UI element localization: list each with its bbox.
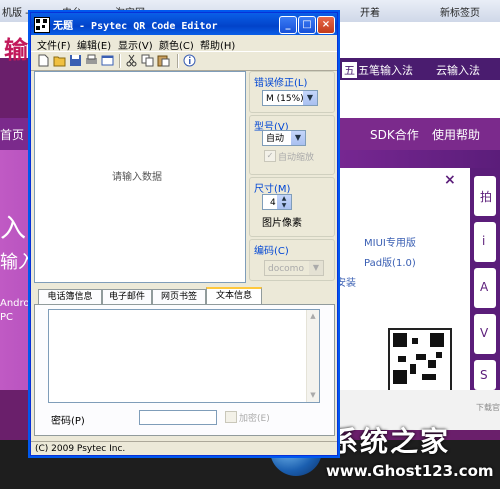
browser-tab[interactable]: 机版 - (2, 4, 29, 19)
app-tile[interactable]: S (474, 360, 496, 390)
tab-email[interactable]: 电子邮件 (102, 289, 152, 304)
browser-tab[interactable]: 新标签页 (440, 4, 480, 19)
auto-scale-label: 自动缩放 (278, 153, 315, 163)
size-group: 尺寸(M) 4 ▲ ▼ 图片像素 (249, 177, 335, 237)
chevron-down-icon: ▼ (309, 261, 323, 275)
paste-icon[interactable] (157, 54, 170, 67)
ecc-select[interactable]: M (15%) ▼ (262, 90, 318, 106)
promo-link-install[interactable]: 安装 (336, 274, 356, 289)
scrollbar[interactable]: ▲ ▼ (306, 310, 319, 402)
encrypt-checkbox[interactable] (225, 411, 237, 423)
app-tile[interactable]: V (474, 314, 496, 354)
encoding-select[interactable]: docomo ▼ (264, 260, 324, 276)
qr-code-image (388, 328, 452, 392)
password-field[interactable] (139, 410, 217, 425)
app-icon (34, 17, 50, 33)
close-button[interactable]: × (317, 16, 335, 34)
model-select[interactable]: 自动 ▼ (262, 130, 306, 146)
about-icon[interactable] (183, 54, 196, 67)
promo-link-miui[interactable]: MIUI专用版 (364, 234, 416, 249)
nav-sdk[interactable]: SDK合作 (370, 126, 419, 143)
status-text: (C) 2009 Psytec Inc. (35, 444, 126, 454)
ecc-group: 错误修正(L) M (15%) ▼ (249, 71, 335, 113)
menu-color[interactable]: 颜色(C) (159, 37, 194, 52)
qr-editor-window: 无题 - Psytec QR Code Editor _ □ × 文件(F) 编… (30, 12, 338, 456)
preview-icon[interactable] (101, 54, 114, 67)
tab-phonebook[interactable]: 电话簿信息 (38, 289, 102, 304)
topnav-link-cloud[interactable]: 云输入法 (436, 62, 480, 78)
text-info-input[interactable]: ▲ ▼ (48, 309, 320, 403)
app-tile[interactable]: A (474, 268, 496, 308)
menu-edit[interactable]: 编辑(E) (77, 37, 111, 52)
wubi-icon: 五 (342, 62, 357, 78)
save-icon[interactable] (69, 54, 82, 67)
size-label: 尺寸(M) (254, 184, 291, 195)
cut-icon[interactable] (125, 54, 138, 67)
nav-help[interactable]: 使用帮助 (432, 126, 480, 143)
size-stepper[interactable]: 4 ▲ ▼ (262, 194, 292, 210)
promo-link-pad[interactable]: Pad版(1.0) (364, 254, 416, 269)
chevron-down-icon: ▼ (303, 91, 317, 105)
scroll-down-icon[interactable]: ▼ (308, 390, 318, 400)
nav-home[interactable]: 首页 (0, 126, 24, 143)
site-header-right (336, 80, 500, 118)
spin-arrows-icon: ▲ ▼ (277, 195, 291, 209)
browser-tab[interactable]: 开着 (360, 4, 380, 19)
toolbar (31, 51, 337, 71)
ecc-label: 错误修正(L) (254, 78, 308, 89)
title-bar[interactable]: 无题 - Psytec QR Code Editor _ □ × (31, 13, 337, 35)
side-app-strip: 拍 i A V S (470, 168, 500, 398)
hero-text: Androi (0, 298, 33, 309)
site-topnav: 五 五笔输入法 云输入法 (336, 58, 500, 80)
data-input-area[interactable]: 请输入数据 (34, 71, 246, 283)
encoding-group: 编码(C) docomo ▼ (249, 239, 335, 281)
tab-panel: ▲ ▼ 密码(P) 加密(E) (34, 304, 335, 436)
promo-popup: × MIUI专用版 Pad版(1.0) 安装 (335, 168, 470, 414)
watermark-url: www.Ghost123.com (326, 462, 494, 480)
minimize-button[interactable]: _ (279, 16, 297, 34)
menu-bar: 文件(F) 编辑(E) 显示(V) 颜色(C) 帮助(H) (31, 35, 337, 52)
password-label: 密码(P) (51, 416, 85, 427)
watermark-title: 系统之家 (330, 425, 451, 458)
status-bar: (C) 2009 Psytec Inc. (31, 441, 337, 456)
menu-help[interactable]: 帮助(H) (200, 37, 235, 52)
new-icon[interactable] (37, 54, 50, 67)
tab-bookmark[interactable]: 网页书签 (152, 289, 206, 304)
promo-close-icon[interactable]: × (444, 172, 456, 188)
hero-text: PC (0, 312, 14, 323)
maximize-button[interactable]: □ (298, 16, 316, 34)
encrypt-label: 加密(E) (239, 414, 270, 424)
print-icon[interactable] (85, 54, 98, 67)
site-logo: 输 (4, 36, 28, 64)
window-title: 无题 - Psytec QR Code Editor (53, 21, 218, 32)
menu-file[interactable]: 文件(F) (37, 37, 71, 52)
app-tile[interactable]: i (474, 222, 496, 262)
open-icon[interactable] (53, 54, 66, 67)
size-unit-label: 图片像素 (262, 218, 302, 229)
encoding-label: 编码(C) (254, 246, 289, 257)
model-group: 型号(V) 自动 ▼ ✓ 自动缩放 (249, 115, 335, 175)
menu-view[interactable]: 显示(V) (118, 37, 153, 52)
hero-text: 入 (0, 214, 27, 244)
corner-text: 下载官 (476, 403, 500, 412)
chevron-down-icon: ▼ (291, 131, 305, 145)
scroll-up-icon[interactable]: ▲ (308, 311, 318, 321)
topnav-link-wubi[interactable]: 五笔输入法 (358, 62, 413, 78)
auto-scale-checkbox[interactable]: ✓ (264, 150, 276, 162)
app-tile[interactable]: 拍 (474, 176, 496, 216)
input-placeholder: 请输入数据 (112, 172, 162, 183)
copy-icon[interactable] (141, 54, 154, 67)
